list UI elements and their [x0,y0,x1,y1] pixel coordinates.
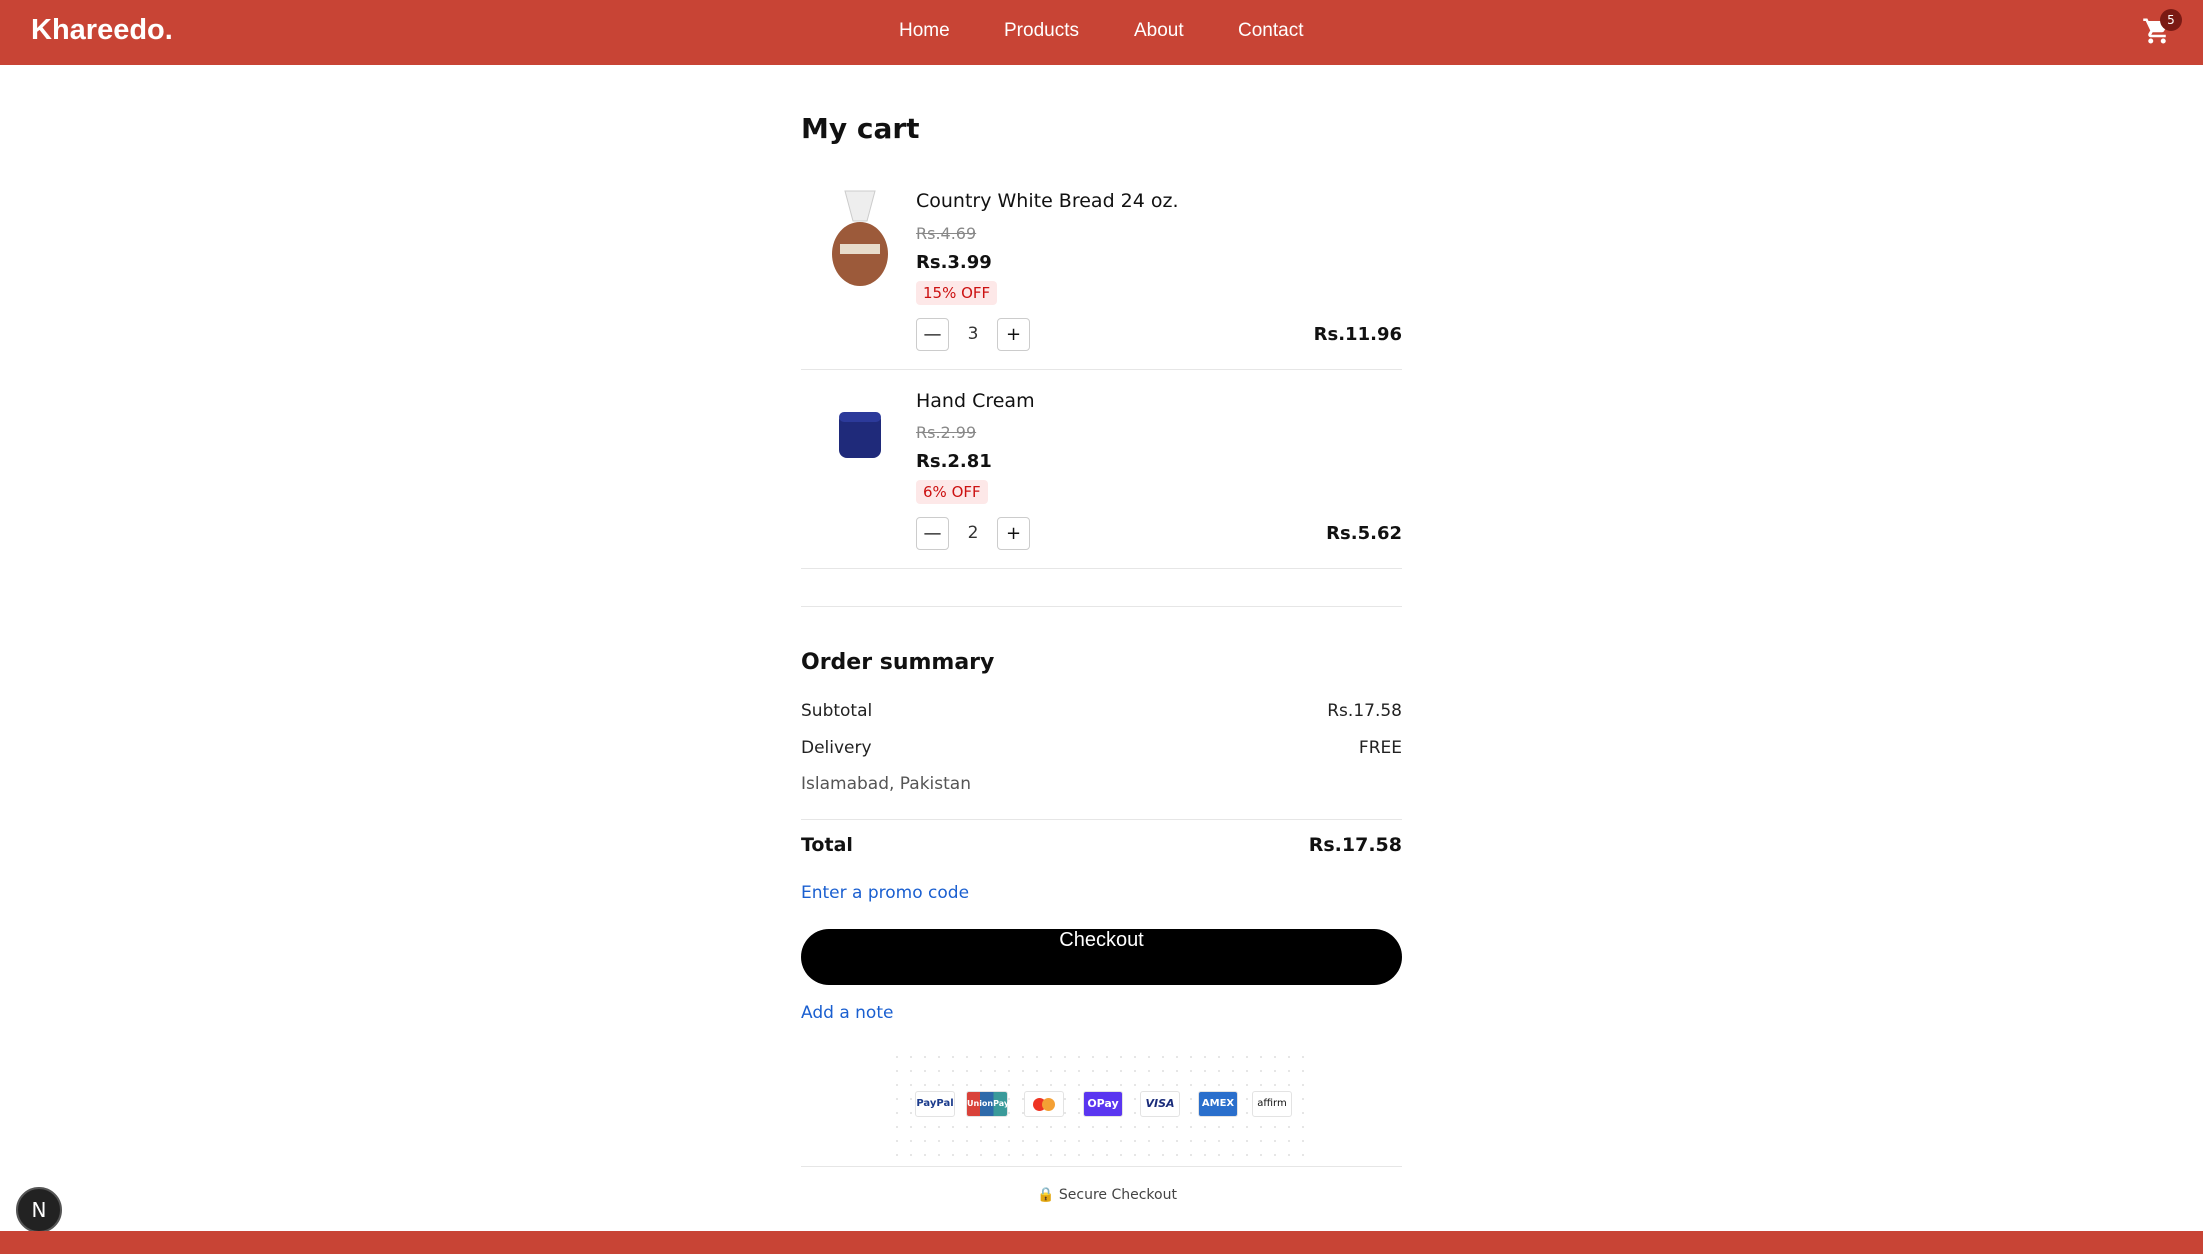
decrease-qty-button[interactable]: — [916,318,949,351]
nav-products[interactable]: Products [1004,20,1079,42]
affirm-icon: affirm [1252,1091,1292,1117]
order-summary-title: Order summary [801,650,995,675]
subtotal-label: Subtotal [801,701,873,721]
increase-qty-button[interactable]: + [997,517,1030,550]
item-name[interactable]: Hand Cream [916,390,1035,412]
qty-value[interactable]: 3 [958,324,988,344]
logo[interactable]: Khareedo. [31,14,173,47]
divider [801,1166,1402,1167]
delivery-label: Delivery [801,738,872,758]
nav-home[interactable]: Home [899,20,950,42]
total-label: Total [801,834,853,856]
item-line-total: Rs.11.96 [1313,324,1402,345]
discount-badge: 6% OFF [916,480,988,504]
item-price: Rs.2.81 [916,451,992,472]
nav-contact[interactable]: Contact [1238,20,1303,42]
qty-value[interactable]: 2 [958,523,988,543]
secure-checkout-label: Secure Checkout [1058,1187,1177,1203]
nav-about[interactable]: About [1134,20,1184,42]
divider [801,606,1402,607]
opay-icon: OPay [1083,1091,1123,1117]
total-value: Rs.17.58 [1308,834,1402,856]
delivery-location[interactable]: Islamabad, Pakistan [801,774,971,794]
subtotal-value: Rs.17.58 [1327,701,1402,721]
lock-icon: 🔒 [1037,1187,1055,1203]
item-price: Rs.3.99 [916,252,992,273]
paypal-icon: PayPal [915,1091,955,1117]
amex-icon: AMEX [1198,1091,1238,1117]
discount-badge: 15% OFF [916,281,998,305]
divider [801,369,1402,370]
cart-count-badge: 5 [2160,9,2182,31]
checkout-button[interactable]: Checkout [801,929,1402,985]
header: Khareedo. Home Products About Contact 5 [0,0,2203,65]
delivery-value: FREE [1358,738,1402,758]
page-title: My cart [801,112,920,145]
item-line-total: Rs.5.62 [1326,523,1402,544]
decrease-qty-button[interactable]: — [916,517,949,550]
footer-bar [0,1231,2203,1254]
dev-tools-button[interactable]: N [16,1187,62,1233]
divider [801,819,1402,820]
unionpay-icon: UnionPay [966,1091,1009,1117]
add-note-link[interactable]: Add a note [801,1003,893,1023]
secure-checkout: 🔒 Secure Checkout [1037,1187,1177,1203]
visa-icon: VISA [1140,1091,1180,1117]
mastercard-icon [1024,1091,1064,1117]
increase-qty-button[interactable]: + [997,318,1030,351]
divider [801,568,1402,569]
item-old-price: Rs.4.69 [916,224,977,243]
hand-cream-product-image [839,412,881,458]
item-name[interactable]: Country White Bread 24 oz. [916,190,1179,212]
bread-product-image [832,190,888,286]
promo-code-link[interactable]: Enter a promo code [801,883,969,903]
item-old-price: Rs.2.99 [916,423,977,442]
